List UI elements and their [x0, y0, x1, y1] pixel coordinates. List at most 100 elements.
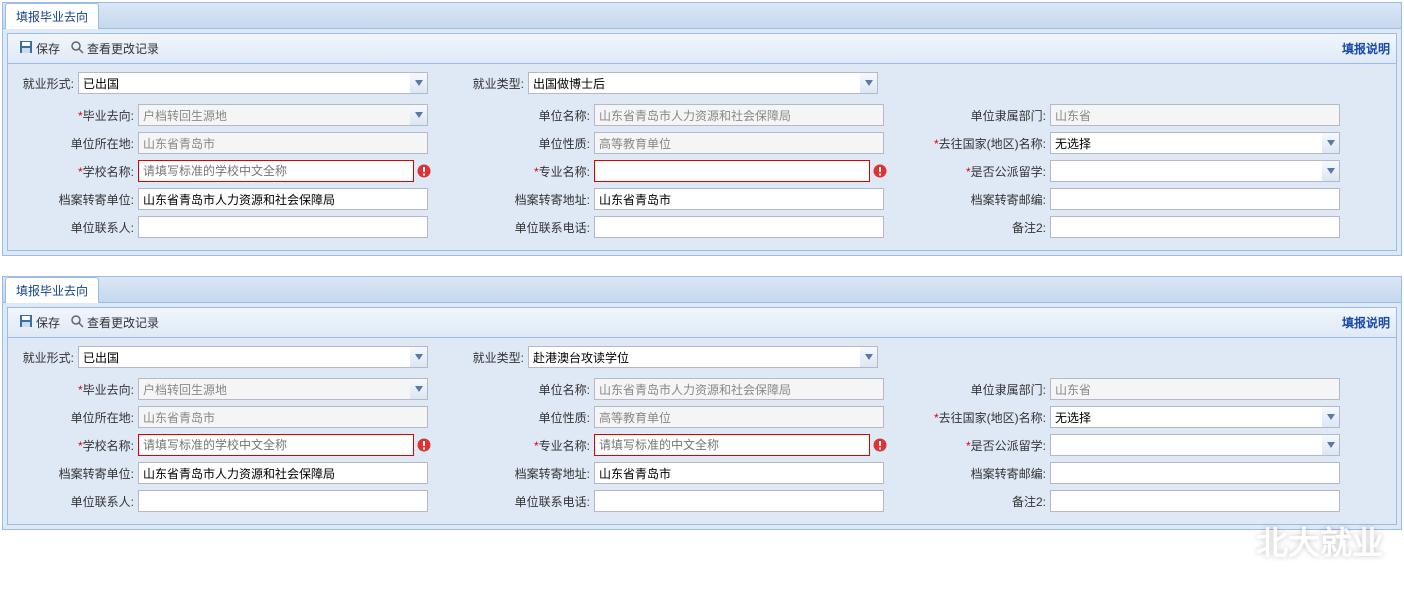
contact-input[interactable] — [138, 490, 428, 512]
archive-addr-label: 档案转寄地址: — [474, 465, 594, 482]
unit-name-label: 单位名称: — [474, 381, 594, 398]
panel-1: 填报毕业去向保存查看更改记录 填报说明就业形式: 就业类型: *毕业去向: 单位名称: 单… — [2, 276, 1402, 530]
employ-type-input[interactable] — [528, 72, 860, 94]
public-trigger[interactable] — [1322, 160, 1340, 182]
note2-label: 备注2: — [930, 219, 1050, 236]
archive-unit-input[interactable] — [138, 188, 428, 210]
unit-nature-label: 单位性质: — [474, 409, 594, 426]
save-button[interactable]: 保存 — [14, 312, 65, 333]
save-button[interactable]: 保存 — [14, 38, 65, 59]
search-icon — [70, 40, 84, 57]
school-error-icon — [416, 163, 432, 179]
employ-type-label: 就业类型: — [468, 349, 528, 366]
toolbar: 保存查看更改记录 填报说明 — [8, 308, 1396, 338]
grad-dest-input — [138, 104, 410, 126]
employ-form-input[interactable] — [78, 72, 410, 94]
tab-strip: 填报毕业去向 — [3, 277, 1401, 303]
employ-type-label: 就业类型: — [468, 75, 528, 92]
phone-label: 单位联系电话: — [474, 219, 594, 236]
school-error-icon — [416, 437, 432, 453]
public-trigger[interactable] — [1322, 434, 1340, 456]
archive-addr-input[interactable] — [594, 462, 884, 484]
help-link[interactable]: 填报说明 — [1342, 314, 1390, 331]
unit-dept-label: 单位隶属部门: — [930, 107, 1050, 124]
grad-dest-label: *毕业去向: — [18, 107, 138, 124]
archive-addr-input[interactable] — [594, 188, 884, 210]
toolbar: 保存查看更改记录 填报说明 — [8, 34, 1396, 64]
tab-main[interactable]: 填报毕业去向 — [5, 3, 99, 29]
help-link[interactable]: 填报说明 — [1342, 40, 1390, 57]
employ-form-trigger[interactable] — [410, 346, 428, 368]
employ-type-input[interactable] — [528, 346, 860, 368]
unit-loc-input — [138, 132, 428, 154]
unit-loc-label: 单位所在地: — [18, 135, 138, 152]
unit-dept-input — [1050, 378, 1340, 400]
archive-zip-input[interactable] — [1050, 462, 1340, 484]
phone-input[interactable] — [594, 216, 884, 238]
school-input[interactable] — [138, 434, 414, 456]
employ-form-trigger[interactable] — [410, 72, 428, 94]
country-label: *去往国家(地区)名称: — [930, 135, 1050, 152]
tab-strip: 填报毕业去向 — [3, 3, 1401, 29]
unit-dept-label: 单位隶属部门: — [930, 381, 1050, 398]
archive-unit-label: 档案转寄单位: — [18, 465, 138, 482]
save-icon — [19, 40, 33, 57]
employ-form-label: 就业形式: — [18, 349, 78, 366]
archive-zip-input[interactable] — [1050, 188, 1340, 210]
major-input[interactable] — [594, 160, 870, 182]
archive-zip-label: 档案转寄邮编: — [930, 191, 1050, 208]
history-button[interactable]: 查看更改记录 — [65, 312, 164, 333]
unit-nature-input — [594, 132, 884, 154]
public-label: *是否公派留学: — [930, 437, 1050, 454]
major-error-icon — [872, 163, 888, 179]
contact-input[interactable] — [138, 216, 428, 238]
unit-nature-input — [594, 406, 884, 428]
country-trigger[interactable] — [1322, 132, 1340, 154]
major-label: *专业名称: — [474, 163, 594, 180]
public-input[interactable] — [1050, 434, 1322, 456]
panel-0: 填报毕业去向保存查看更改记录 填报说明就业形式: 就业类型: *毕业去向: 单位名称: 单… — [2, 2, 1402, 256]
note2-input[interactable] — [1050, 216, 1340, 238]
country-input[interactable] — [1050, 406, 1322, 428]
note2-input[interactable] — [1050, 490, 1340, 512]
employ-type-trigger[interactable] — [860, 72, 878, 94]
employ-type-trigger[interactable] — [860, 346, 878, 368]
country-label: *去往国家(地区)名称: — [930, 409, 1050, 426]
country-trigger[interactable] — [1322, 406, 1340, 428]
school-input[interactable] — [138, 160, 414, 182]
major-error-icon — [872, 437, 888, 453]
unit-name-input — [594, 378, 884, 400]
unit-loc-label: 单位所在地: — [18, 409, 138, 426]
search-icon — [70, 314, 84, 331]
public-label: *是否公派留学: — [930, 163, 1050, 180]
save-icon — [19, 314, 33, 331]
history-button[interactable]: 查看更改记录 — [65, 38, 164, 59]
note2-label: 备注2: — [930, 493, 1050, 510]
grad-dest-input — [138, 378, 410, 400]
school-label: *学校名称: — [18, 163, 138, 180]
phone-input[interactable] — [594, 490, 884, 512]
unit-loc-input — [138, 406, 428, 428]
archive-zip-label: 档案转寄邮编: — [930, 465, 1050, 482]
phone-label: 单位联系电话: — [474, 493, 594, 510]
archive-unit-label: 档案转寄单位: — [18, 191, 138, 208]
contact-label: 单位联系人: — [18, 493, 138, 510]
public-input[interactable] — [1050, 160, 1322, 182]
unit-nature-label: 单位性质: — [474, 135, 594, 152]
contact-label: 单位联系人: — [18, 219, 138, 236]
country-input[interactable] — [1050, 132, 1322, 154]
unit-name-input — [594, 104, 884, 126]
unit-name-label: 单位名称: — [474, 107, 594, 124]
tab-main[interactable]: 填报毕业去向 — [5, 277, 99, 303]
school-label: *学校名称: — [18, 437, 138, 454]
archive-unit-input[interactable] — [138, 462, 428, 484]
major-input[interactable] — [594, 434, 870, 456]
unit-dept-input — [1050, 104, 1340, 126]
major-label: *专业名称: — [474, 437, 594, 454]
grad-dest-trigger — [410, 378, 428, 400]
archive-addr-label: 档案转寄地址: — [474, 191, 594, 208]
employ-form-label: 就业形式: — [18, 75, 78, 92]
grad-dest-label: *毕业去向: — [18, 381, 138, 398]
grad-dest-trigger — [410, 104, 428, 126]
employ-form-input[interactable] — [78, 346, 410, 368]
